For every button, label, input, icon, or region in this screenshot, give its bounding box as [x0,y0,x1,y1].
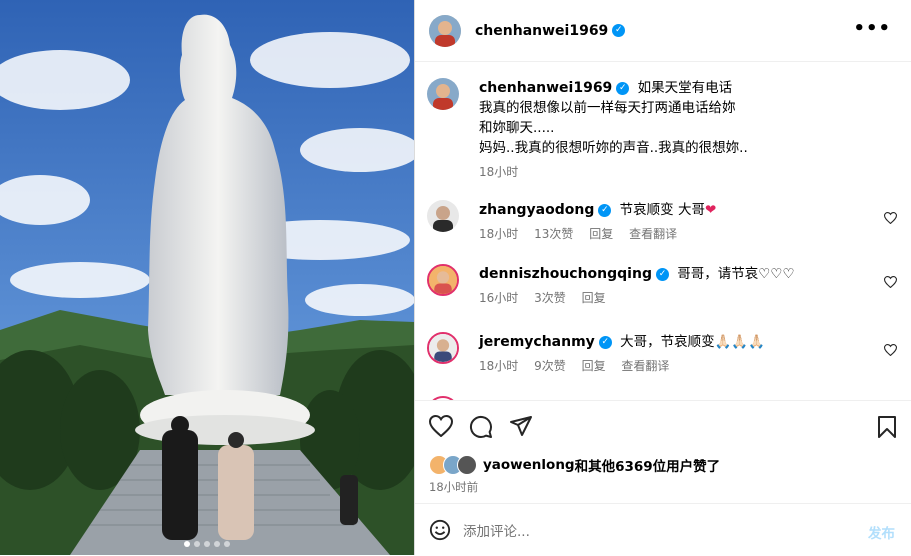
save-bookmark-icon[interactable] [877,415,897,439]
liked-by-row[interactable]: yaowenlong 和其他6369位用户赞了 [429,455,720,475]
translate-button[interactable]: 查看翻译 [629,227,677,241]
comment-likes[interactable]: 3次赞 [534,291,566,305]
emoji-smiley-icon[interactable] [429,519,451,541]
commenter-avatar[interactable] [427,264,459,296]
comment-username[interactable]: zhangyaodong [479,202,594,218]
comment-likes[interactable]: 13次赞 [534,227,573,241]
carousel-dot-5 [224,541,230,547]
comment-username[interactable]: denniszhouchongqing [479,266,652,282]
caption-time: 18小时 [479,165,519,179]
like-heart-icon[interactable] [429,415,453,437]
carousel-dot-1 [184,541,190,547]
caption-username[interactable]: chenhanwei1969 [479,80,612,96]
like-comment-heart-icon[interactable] [884,212,897,224]
carousel-dot-3 [204,541,210,547]
comment-text: 节哀顺变 大哥 [619,202,705,218]
post-header: chenhanwei1969 ✓ ••• [415,0,911,62]
share-send-icon[interactable] [509,415,533,437]
comment-meta: 18小时 13次赞 回复 查看翻译 [479,224,867,244]
carousel-dot-4 [214,541,220,547]
verified-badge-icon: ✓ [598,203,612,217]
more-horizontal-icon[interactable]: ••• [853,18,891,39]
commenter-avatar[interactable] [427,332,459,364]
commenter-avatar[interactable] [427,200,459,232]
guanyin-statue-photo [0,0,414,555]
instagram-post-view: chenhanwei1969 ✓ ••• chenhanwei1969 ✓ 如果天… [0,0,911,555]
comments-list: chenhanwei1969 ✓ 如果天堂有电话 我真的很想像以前一样每天打两通电… [415,62,911,400]
post-details-panel: chenhanwei1969 ✓ ••• chenhanwei1969 ✓ 如果天… [415,0,911,555]
comment-time: 18小时 [479,359,519,373]
like-comment-heart-icon[interactable] [884,276,897,288]
caption-line-1: 如果天堂有电话 [637,80,733,96]
post-actions: yaowenlong 和其他6369位用户赞了 18小时前 添加评论... 发布 [415,400,911,551]
post-photo[interactable] [0,0,414,555]
comment-time: 18小时 [479,227,519,241]
comment-text: 大哥，节哀顺变🙏🏻🙏🏻🙏🏻 [620,334,766,350]
liked-by-rest[interactable]: 和其他6369位用户赞了 [575,455,721,475]
verified-badge-icon: ✓ [598,335,612,349]
add-comment-input[interactable]: 添加评论... [463,520,530,540]
comment-text: 哥哥，请节哀♡♡♡ [677,266,795,282]
liked-by-user[interactable]: yaowenlong [483,457,575,473]
comment-bubble-icon[interactable] [469,415,493,439]
reply-button[interactable]: 回复 [589,227,613,241]
verified-badge-icon: ✓ [612,24,626,37]
liker-avatar [457,455,477,475]
post-comment-button[interactable]: 发布 [868,522,895,542]
reply-button[interactable]: 回复 [582,291,606,305]
caption-line-2: 我真的很想像以前一样每天打两通电话给妳 [479,100,736,116]
author-avatar[interactable] [429,14,461,47]
caption-meta: 18小时 [479,162,867,182]
reply-button[interactable]: 回复 [582,359,606,373]
post-timestamp: 18小时前 [429,480,479,494]
verified-badge-icon: ✓ [616,81,630,95]
header-username[interactable]: chenhanwei1969 [475,23,608,39]
verified-badge-icon: ✓ [655,267,669,281]
caption-line-3: 和妳聊天..... [479,120,555,136]
comment-likes[interactable]: 9次赞 [534,359,566,373]
carousel-dot-2 [194,541,200,547]
comment-meta: 18小时 9次赞 回复 查看翻译 [479,356,867,376]
add-comment-bar: 添加评论... 发布 [415,503,911,556]
comment-username[interactable]: jeremychanmy [479,334,595,350]
comment-time: 16小时 [479,291,519,305]
red-heart-emoji: ❤ [704,202,717,218]
carousel-indicator [0,541,414,547]
caption-line-4: 妈妈..我真的很想听妳的声音..我真的很想妳.. [479,140,748,156]
like-comment-heart-icon[interactable] [884,344,897,356]
comment-meta: 16小时 3次赞 回复 [479,288,867,308]
caption-author-avatar[interactable] [427,78,459,110]
translate-button[interactable]: 查看翻译 [621,359,669,373]
